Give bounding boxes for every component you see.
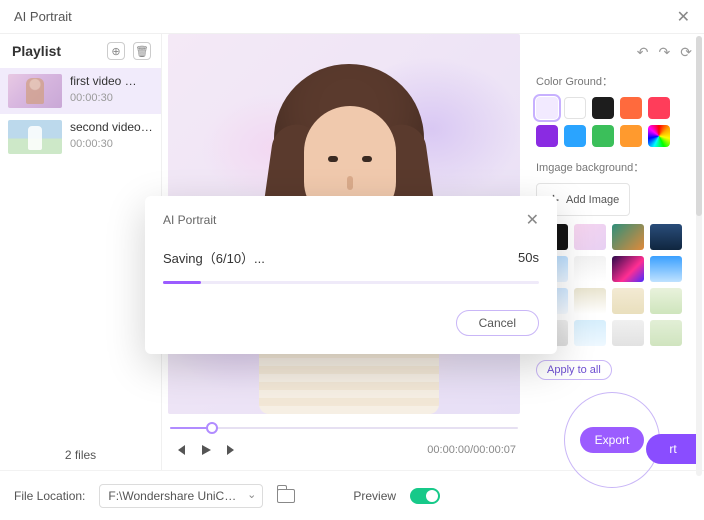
export-area: Export rt <box>536 392 692 460</box>
dialog-close-icon[interactable]: ✕ <box>526 210 539 230</box>
preview-label: Preview <box>353 489 396 503</box>
background-thumb[interactable] <box>650 224 682 250</box>
title-bar: AI Portrait ✕ <box>0 0 704 34</box>
background-thumb[interactable] <box>650 320 682 346</box>
open-folder-icon[interactable] <box>277 489 295 503</box>
scrollbar-thumb[interactable] <box>696 36 702 216</box>
timeline-handle[interactable] <box>206 422 218 434</box>
color-swatch[interactable] <box>620 97 642 119</box>
color-swatch[interactable] <box>648 97 670 119</box>
background-thumb[interactable] <box>612 320 644 346</box>
background-thumb[interactable] <box>612 256 644 282</box>
add-target-icon[interactable]: ⊕ <box>107 42 125 60</box>
playlist-sidebar: Playlist ⊕ 🗑 first video … 00:00:30 seco… <box>0 34 162 470</box>
background-thumb[interactable] <box>650 288 682 314</box>
color-swatch[interactable] <box>564 97 586 119</box>
delete-icon[interactable]: 🗑 <box>133 42 151 60</box>
reset-icon[interactable]: ⟳ <box>680 44 692 61</box>
timecode: 00:00:00/00:00:07 <box>427 444 516 456</box>
background-thumb[interactable] <box>650 256 682 282</box>
color-swatch[interactable] <box>564 125 586 147</box>
color-swatch[interactable] <box>536 125 558 147</box>
timeline[interactable] <box>170 418 518 438</box>
playlist-item[interactable]: first video … 00:00:30 <box>0 68 161 114</box>
color-swatch[interactable] <box>620 125 642 147</box>
saving-status: Saving（6/10）... <box>163 248 265 267</box>
background-thumb[interactable] <box>574 256 606 282</box>
app-title: AI Portrait <box>14 9 72 24</box>
saving-progress <box>163 281 539 284</box>
cancel-button[interactable]: Cancel <box>456 310 539 336</box>
file-location-select[interactable]: F:\Wondershare UniConverter… <box>99 484 263 508</box>
file-location-label: File Location: <box>14 489 85 503</box>
play-icon[interactable] <box>198 442 214 458</box>
playlist-header: Playlist ⊕ 🗑 <box>0 34 161 68</box>
playlist-item-name: second video… <box>70 120 153 134</box>
prev-frame-icon[interactable] <box>172 442 188 458</box>
playlist-thumb <box>8 74 62 108</box>
background-thumb[interactable] <box>574 224 606 250</box>
color-swatch[interactable] <box>648 125 670 147</box>
color-swatches <box>536 97 692 147</box>
playlist-item-duration: 00:00:30 <box>70 138 153 150</box>
background-thumb[interactable] <box>612 288 644 314</box>
add-image-label: Add Image <box>566 194 619 206</box>
color-ground-label: Color Ground： <box>536 73 692 89</box>
playlist-count: 2 files <box>0 440 161 470</box>
redo-icon[interactable]: ↷ <box>659 44 671 61</box>
background-thumb[interactable] <box>574 320 606 346</box>
undo-icon[interactable]: ↶ <box>637 44 649 61</box>
background-thumb[interactable] <box>574 288 606 314</box>
player-controls: 00:00:00/00:00:07 <box>162 438 526 458</box>
apply-to-all-button[interactable]: Apply to all <box>536 360 612 380</box>
dialog-title: AI Portrait <box>163 213 216 227</box>
background-thumb[interactable] <box>612 224 644 250</box>
floating-export-partial[interactable]: rt <box>646 434 700 464</box>
close-icon[interactable]: ✕ <box>677 7 690 27</box>
next-frame-icon[interactable] <box>224 442 240 458</box>
export-button[interactable]: Export <box>580 427 644 453</box>
playlist-item-duration: 00:00:30 <box>70 92 137 104</box>
playlist-item-name: first video … <box>70 74 137 88</box>
color-swatch[interactable] <box>592 97 614 119</box>
playlist-title: Playlist <box>12 43 61 59</box>
image-background-label: Imgage background： <box>536 159 692 175</box>
color-swatch[interactable] <box>536 97 558 119</box>
playlist-thumb <box>8 120 62 154</box>
preview-toggle[interactable] <box>410 488 440 504</box>
color-swatch[interactable] <box>592 125 614 147</box>
background-grid <box>536 224 692 346</box>
saving-remaining: 50s <box>518 250 539 265</box>
saving-dialog: AI Portrait ✕ Saving（6/10）... 50s Cancel <box>145 196 557 354</box>
playlist-item[interactable]: second video… 00:00:30 <box>0 114 161 160</box>
